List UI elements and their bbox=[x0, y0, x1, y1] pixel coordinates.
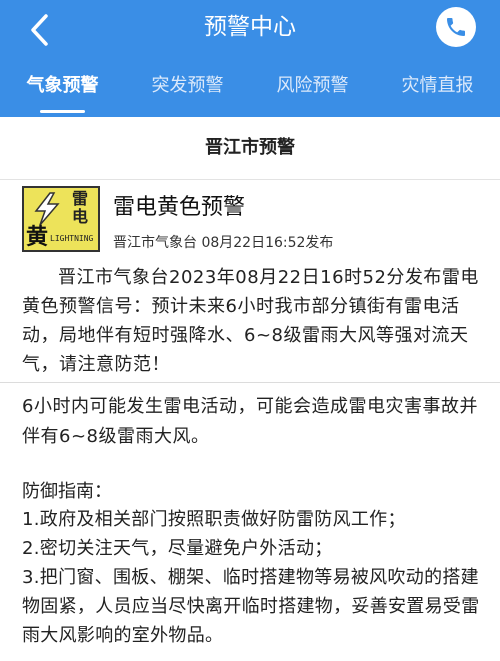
lightning-bolt-icon bbox=[34, 192, 60, 226]
tab-emergency-warning[interactable]: 突发预警 bbox=[125, 64, 250, 117]
icon-lightning-text: LIGHTNING bbox=[50, 234, 94, 243]
impact-description: 6小时内可能发生雷电活动，可能会造成雷电灾害事故并伴有6~8级雷雨大风。 bbox=[22, 396, 478, 447]
section-title: 晋江市预警 bbox=[0, 117, 500, 180]
alert-name: 雷电黄色预警 bbox=[113, 195, 246, 220]
tab-disaster-report[interactable]: 灾情直报 bbox=[375, 64, 500, 117]
lightning-yellow-warning-icon: 雷 电 黄 LIGHTNING bbox=[22, 186, 100, 252]
guide-item: 1.政府及相关部门按照职责做好防雷防风工作； bbox=[22, 509, 406, 530]
page-title: 预警中心 bbox=[204, 14, 296, 40]
alert-source: 晋江市气象台 08月22日16:52发布 bbox=[113, 235, 334, 251]
call-button[interactable] bbox=[436, 7, 476, 47]
icon-char-top: 雷 bbox=[72, 189, 89, 208]
icon-char-mid: 电 bbox=[72, 207, 89, 226]
guide-heading: 防御指南： bbox=[22, 481, 112, 502]
phone-icon bbox=[447, 18, 465, 36]
divider bbox=[0, 382, 500, 383]
guide-item: 2.密切关注天气，尽量避免户外活动； bbox=[22, 538, 333, 559]
top-bar: 预警中心 气象预警 突发预警 风险预警 灾情直报 bbox=[0, 0, 500, 117]
alert-body: 晋江市气象台2023年08月22日16时52分发布雷电黄色预警信号：预计未来6小… bbox=[22, 267, 479, 375]
tab-risk-warning[interactable]: 风险预警 bbox=[250, 64, 375, 117]
guide-item: 3.把门窗、围板、棚架、临时搭建物等易被风吹动的搭建物固紧，人员应当尽快离开临时… bbox=[22, 567, 480, 646]
tab-weather-warning[interactable]: 气象预警 bbox=[0, 64, 125, 117]
tab-bar: 气象预警 突发预警 风险预警 灾情直报 bbox=[0, 64, 500, 117]
guide-list: 1.政府及相关部门按照职责做好防雷防风工作； 2.密切关注天气，尽量避免户外活动… bbox=[22, 505, 492, 650]
icon-char-level: 黄 bbox=[26, 225, 49, 250]
